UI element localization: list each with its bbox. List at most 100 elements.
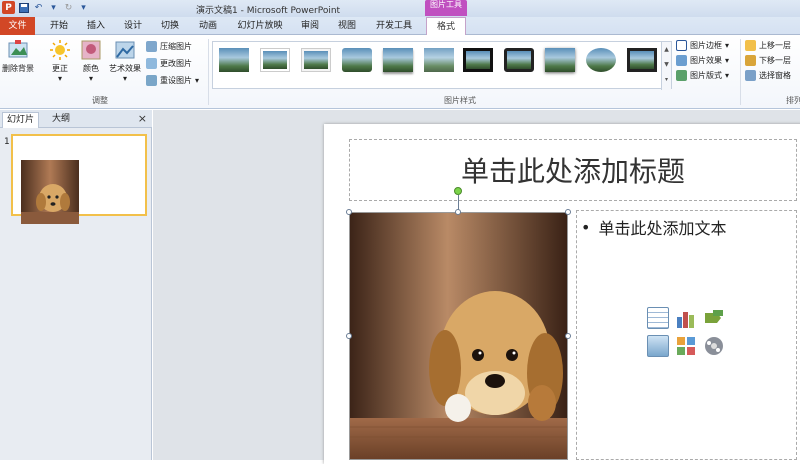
title-bar: P ↶ ▾ ↻ ▾ 演示文稿1 - Microsoft PowerPoint 图…: [0, 0, 800, 17]
picture-style-thumb[interactable]: [504, 48, 534, 72]
insert-media-icon[interactable]: [703, 335, 725, 357]
tab-review[interactable]: 审阅: [296, 19, 324, 35]
picture-layout-icon: [676, 70, 687, 81]
remove-background-icon: [7, 39, 29, 61]
close-icon[interactable]: ×: [138, 112, 147, 125]
thumbnail-dog-picture: [21, 160, 79, 224]
send-backward-button[interactable]: 下移一层: [745, 55, 791, 66]
quick-access-toolbar: P ↶ ▾ ↻ ▾: [2, 1, 90, 14]
tab-slideshow[interactable]: 幻灯片放映: [233, 19, 287, 35]
bring-forward-icon: [745, 40, 756, 51]
resize-handle[interactable]: [565, 333, 571, 339]
picture-style-thumb[interactable]: [260, 48, 290, 72]
save-icon[interactable]: [17, 1, 30, 14]
insert-chart-icon[interactable]: [675, 307, 697, 329]
redo-icon[interactable]: ↻: [62, 1, 75, 14]
picture-style-thumb[interactable]: [219, 48, 249, 72]
insert-clipart-icon[interactable]: [675, 335, 697, 357]
undo-icon[interactable]: ↶: [32, 1, 45, 14]
tab-format[interactable]: 格式: [426, 17, 466, 35]
picture-border-button[interactable]: 图片边框 ▾: [676, 40, 729, 51]
reset-picture-icon: [146, 75, 157, 86]
bullet-marker: •: [581, 217, 591, 237]
picture-style-thumb[interactable]: [545, 48, 575, 72]
tab-animations[interactable]: 动画: [194, 19, 222, 35]
chevron-down-icon: ▾: [725, 56, 730, 65]
slide-thumbnail[interactable]: [11, 134, 147, 224]
gallery-scroll[interactable]: ▲ ▼ ▾: [661, 42, 671, 90]
resize-handle[interactable]: [346, 333, 352, 339]
rotate-handle[interactable]: [454, 187, 462, 195]
picture-effects-icon: [676, 55, 687, 66]
picture-effects-button[interactable]: 图片效果 ▾: [676, 55, 729, 66]
tab-developer[interactable]: 开发工具: [371, 19, 417, 35]
group-separator: [208, 39, 209, 105]
corrections-button[interactable]: 更正 ▾: [46, 39, 74, 83]
content-placeholder[interactable]: • 单击此处添加文本: [576, 210, 797, 460]
tab-outline[interactable]: 大纲: [48, 112, 74, 128]
sun-icon: [49, 39, 71, 61]
remove-background-button[interactable]: 删除背景: [0, 39, 36, 74]
ribbon: 删除背景 更正 ▾ 颜色 ▾ 艺术效果 ▾ 压缩图片 更改图片 重设图片 ▾ 调…: [0, 35, 800, 109]
picture-style-thumb[interactable]: [342, 48, 372, 72]
rotate-handle-line: [458, 195, 459, 210]
ribbon-tabs: 文件 开始 插入 设计 切换 动画 幻灯片放映 审阅 视图 开发工具 格式: [0, 17, 800, 35]
slide-canvas[interactable]: 单击此处添加标题 • 单击此处添加文本: [153, 110, 800, 464]
group-label-adjust: 调整: [92, 96, 108, 105]
picture-tools-context-label: 图片工具: [425, 0, 467, 16]
group-separator: [740, 39, 741, 105]
insert-table-icon[interactable]: [647, 307, 669, 329]
compress-pictures-button[interactable]: 压缩图片: [146, 41, 192, 52]
artistic-effects-button[interactable]: 艺术效果 ▾: [106, 39, 144, 83]
chevron-down-icon: ▾: [88, 74, 93, 83]
customize-qat-icon[interactable]: ▾: [77, 1, 90, 14]
picture-style-thumb[interactable]: [424, 48, 454, 72]
tab-view[interactable]: 视图: [333, 19, 361, 35]
slide[interactable]: 单击此处添加标题 • 单击此处添加文本: [324, 124, 800, 464]
pane-tabs: 幻灯片 大纲 ×: [0, 110, 152, 128]
dog-picture[interactable]: [349, 212, 568, 460]
tab-file[interactable]: 文件: [0, 17, 35, 35]
insert-picture-icon[interactable]: [647, 335, 669, 357]
tab-home[interactable]: 开始: [45, 19, 73, 35]
selection-pane-icon: [745, 70, 756, 81]
reset-picture-button[interactable]: 重设图片 ▾: [146, 75, 199, 86]
selection-pane-button[interactable]: 选择窗格: [745, 70, 791, 81]
compress-icon: [146, 41, 157, 52]
text-placeholder: 单击此处添加文本: [598, 219, 727, 238]
chevron-down-icon: ▾: [725, 71, 730, 80]
tab-design[interactable]: 设计: [119, 19, 147, 35]
tab-transitions[interactable]: 切换: [156, 19, 184, 35]
chevron-down-icon: ▾: [725, 41, 730, 50]
picture-style-thumb[interactable]: [586, 48, 616, 72]
picture-style-thumb[interactable]: [463, 48, 493, 72]
chevron-down-icon: ▾: [195, 76, 200, 85]
picture-layout-button[interactable]: 图片版式 ▾: [676, 70, 729, 81]
resize-handle[interactable]: [346, 209, 352, 215]
window-title: 演示文稿1 - Microsoft PowerPoint: [196, 6, 341, 16]
picture-style-thumb[interactable]: [383, 48, 413, 72]
content-insert-icons: [647, 307, 727, 359]
slides-pane: 幻灯片 大纲 × 1: [0, 110, 152, 460]
bullet-line: • 单击此处添加文本: [581, 215, 726, 239]
title-placeholder[interactable]: 单击此处添加标题: [349, 139, 797, 201]
group-label-picture-styles: 图片样式: [444, 96, 476, 105]
chevron-down-icon: ▾: [122, 74, 127, 83]
picture-styles-gallery[interactable]: ▲ ▼ ▾: [212, 41, 672, 90]
slide-number: 1: [4, 137, 10, 147]
resize-handle[interactable]: [565, 209, 571, 215]
picture-style-thumb[interactable]: [627, 48, 657, 72]
picture-border-icon: [676, 40, 687, 51]
tab-slides[interactable]: 幻灯片: [2, 112, 40, 128]
powerpoint-logo-icon: P: [2, 1, 15, 14]
tab-insert[interactable]: 插入: [82, 19, 110, 35]
chevron-down-icon[interactable]: ▾: [47, 1, 60, 14]
chevron-down-icon: ▾: [57, 74, 62, 83]
artistic-effects-icon: [114, 39, 136, 61]
color-button[interactable]: 颜色 ▾: [78, 39, 104, 83]
picture-style-thumb[interactable]: [301, 48, 331, 72]
insert-smartart-icon[interactable]: [703, 307, 725, 329]
bring-forward-button[interactable]: 上移一层: [745, 40, 791, 51]
change-picture-button[interactable]: 更改图片: [146, 58, 192, 69]
group-label-arrange: 排列: [786, 96, 800, 105]
